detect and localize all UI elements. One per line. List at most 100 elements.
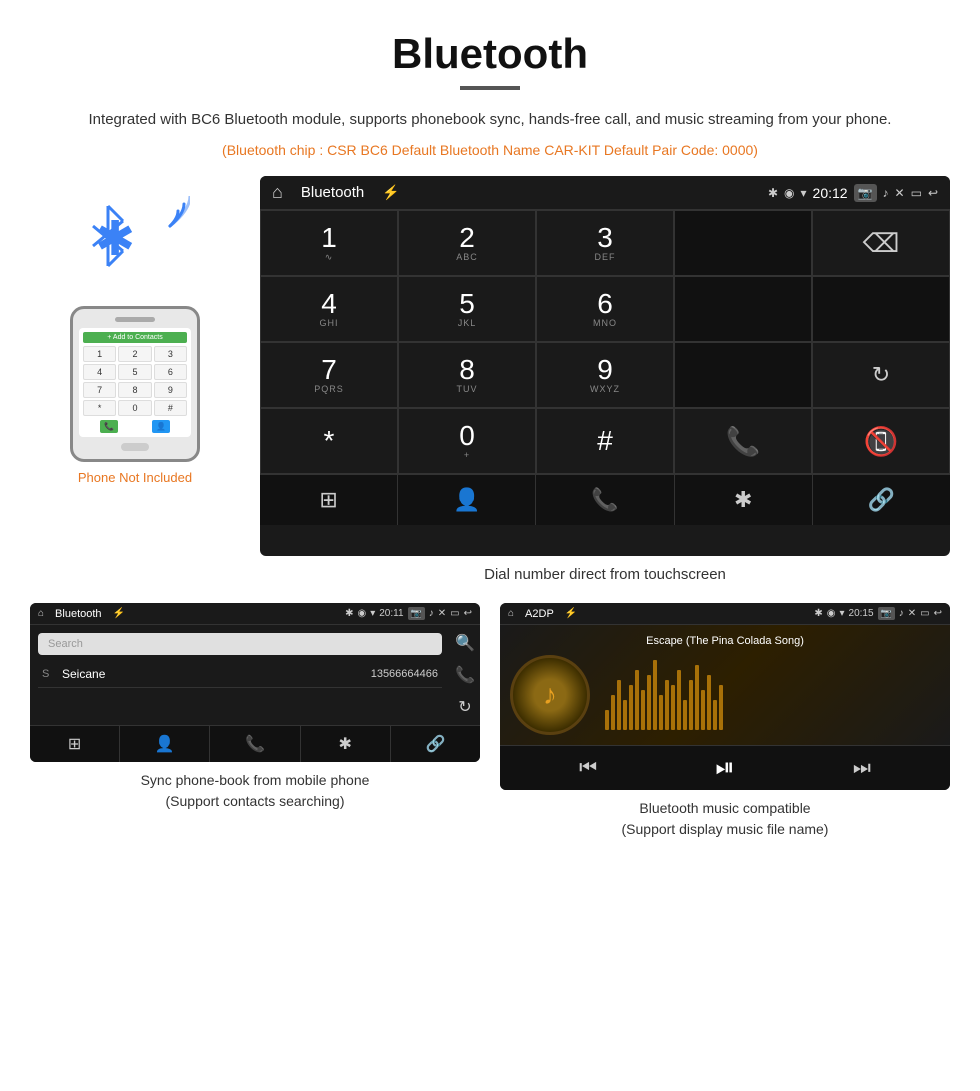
car-usb-icon: ⚡ (382, 184, 399, 201)
pb-nav-phone[interactable]: 📞 (210, 726, 300, 762)
phone-bottom-bar: 📞 👤 (83, 420, 187, 433)
phonebook-main: Search S Seicane 13566664466 (30, 625, 450, 725)
dial-nav-grid[interactable]: ⊞ (260, 475, 398, 525)
pb-home-icon[interactable]: ⌂ (38, 608, 44, 619)
contact-row[interactable]: S Seicane 13566664466 (38, 661, 442, 688)
search-bar[interactable]: Search (38, 633, 442, 655)
music-playpause-btn[interactable]: ⏯ (715, 754, 734, 782)
pb-back-icon[interactable]: ↩ (464, 608, 472, 619)
viz-bar (677, 670, 681, 730)
car-status-right: ✱ ◉ ▾ 20:12 📷 ♪ ✕ ▭ ↩ (768, 184, 938, 202)
music-window-icon[interactable]: ▭ (920, 608, 929, 619)
music-song-title: Escape (The Pina Colada Song) (510, 635, 940, 647)
dial-key-hash[interactable]: # (536, 408, 674, 474)
contact-name: Seicane (62, 667, 365, 681)
dial-nav-bluetooth[interactable]: ✱ (675, 475, 813, 525)
dial-green-call[interactable]: 📞 (674, 408, 812, 474)
car-location-icon: ◉ (784, 186, 794, 200)
music-volume-icon: ♪ (899, 608, 904, 619)
dial-red-hangup[interactable]: 📵 (812, 408, 950, 474)
car-time: 20:12 (813, 185, 848, 201)
music-next-btn[interactable]: ⏭ (853, 757, 871, 780)
car-window-icon[interactable]: ▭ (911, 186, 922, 200)
music-note-icon: ♪ (543, 679, 557, 711)
phone-key-8: 8 (118, 382, 151, 398)
pb-nav-contacts[interactable]: 👤 (120, 726, 210, 762)
phone-keypad: 1 2 3 4 5 6 7 8 9 * 0 # (83, 346, 187, 416)
music-prev-btn[interactable]: ⏮ (579, 757, 597, 780)
phone-key-hash: # (154, 400, 187, 416)
dial-nav-contacts[interactable]: 👤 (398, 475, 536, 525)
phone-key-5: 5 (118, 364, 151, 380)
dial-key-8[interactable]: 8 TUV (398, 342, 536, 408)
car-close-icon[interactable]: ✕ (895, 186, 905, 200)
bottom-section: ⌂ Bluetooth ⚡ ✱ ◉ ▾ 20:11 📷 ♪ ✕ ▭ ↩ (0, 603, 980, 870)
phone-screen: + Add to Contacts 1 2 3 4 5 6 7 8 9 * 0 … (79, 328, 191, 437)
phone-mockup: + Add to Contacts 1 2 3 4 5 6 7 8 9 * 0 … (70, 306, 200, 462)
music-status-right: ✱ ◉ ▾ 20:15 📷 ♪ ✕ ▭ ↩ (814, 607, 942, 620)
dial-key-5[interactable]: 5 JKL (398, 276, 536, 342)
music-screen: ⌂ A2DP ⚡ ✱ ◉ ▾ 20:15 📷 ♪ ✕ ▭ ↩ Escape (T… (500, 603, 950, 790)
title-divider (460, 86, 520, 90)
music-loc-icon: ◉ (827, 608, 836, 619)
viz-bar (665, 680, 669, 730)
car-wifi-icon: ▾ (801, 186, 807, 200)
phonebook-layout: Search S Seicane 13566664466 🔍 📞 ↻ (30, 625, 480, 725)
pb-search-icon[interactable]: 🔍 (455, 633, 475, 653)
dial-key-2[interactable]: 2 ABC (398, 210, 536, 276)
wifi-waves-icon (140, 196, 190, 265)
dial-key-star[interactable]: * (260, 408, 398, 474)
pb-nav-grid[interactable]: ⊞ (30, 726, 120, 762)
dial-nav-phone[interactable]: 📞 (536, 475, 674, 525)
car-volume-icon: ♪ (883, 186, 889, 200)
viz-bar (653, 660, 657, 730)
subtitle: Integrated with BC6 Bluetooth module, su… (0, 108, 980, 142)
music-time: 20:15 (849, 608, 874, 619)
viz-bar (701, 690, 705, 730)
car-home-icon[interactable]: ⌂ (272, 182, 283, 203)
dial-key-3[interactable]: 3 DEF (536, 210, 674, 276)
phone-call-btn: 📞 (100, 420, 118, 433)
pb-close-icon[interactable]: ✕ (438, 608, 446, 619)
pb-time: 20:11 (379, 608, 403, 619)
dial-backspace[interactable]: ⌫ (812, 210, 950, 276)
music-home-icon[interactable]: ⌂ (508, 608, 514, 619)
pb-phone-icon[interactable]: 📞 (455, 665, 475, 685)
dial-empty-2 (674, 276, 812, 342)
pb-refresh-icon[interactable]: ↻ (458, 697, 471, 717)
phone-key-7: 7 (83, 382, 116, 398)
phone-contact-btn: 👤 (152, 420, 170, 433)
car-back-icon[interactable]: ↩ (928, 186, 938, 200)
bottom-left-caption: Sync phone-book from mobile phone(Suppor… (141, 762, 370, 812)
dial-empty-1 (674, 210, 812, 276)
viz-bar (689, 680, 693, 730)
viz-bar (611, 695, 615, 730)
dial-key-1[interactable]: 1 ∿ (260, 210, 398, 276)
viz-bar (605, 710, 609, 730)
pb-nav-link[interactable]: 🔗 (391, 726, 480, 762)
dial-key-0[interactable]: 0 + (398, 408, 536, 474)
dial-key-6[interactable]: 6 MNO (536, 276, 674, 342)
viz-bar (623, 700, 627, 730)
pb-loc-icon: ◉ (357, 608, 366, 619)
dial-key-7[interactable]: 7 PQRS (260, 342, 398, 408)
viz-bar (713, 700, 717, 730)
dial-grid: 1 ∿ 2 ABC 3 DEF ⌫ 4 GHI (260, 210, 950, 474)
dial-refresh[interactable]: ↻ (812, 342, 950, 408)
pb-nav-bluetooth[interactable]: ✱ (301, 726, 391, 762)
pb-camera-icon: 📷 (408, 607, 425, 620)
dial-key-4[interactable]: 4 GHI (260, 276, 398, 342)
viz-bar (641, 690, 645, 730)
phone-home-button (121, 443, 149, 451)
phone-section: ✱ + Add to Contacts (30, 176, 240, 485)
music-close-icon[interactable]: ✕ (908, 608, 916, 619)
main-content: ✱ + Add to Contacts (0, 176, 980, 603)
dial-key-9[interactable]: 9 WXYZ (536, 342, 674, 408)
music-section: ⌂ A2DP ⚡ ✱ ◉ ▾ 20:15 📷 ♪ ✕ ▭ ↩ Escape (T… (500, 603, 950, 840)
bottom-right-caption: Bluetooth music compatible(Support displ… (622, 790, 829, 840)
dial-nav-link[interactable]: 🔗 (813, 475, 950, 525)
music-back-icon[interactable]: ↩ (934, 608, 942, 619)
pb-window-icon[interactable]: ▭ (450, 608, 459, 619)
car-bt-icon: ✱ (768, 186, 778, 200)
phonebook-statusbar: ⌂ Bluetooth ⚡ ✱ ◉ ▾ 20:11 📷 ♪ ✕ ▭ ↩ (30, 603, 480, 625)
